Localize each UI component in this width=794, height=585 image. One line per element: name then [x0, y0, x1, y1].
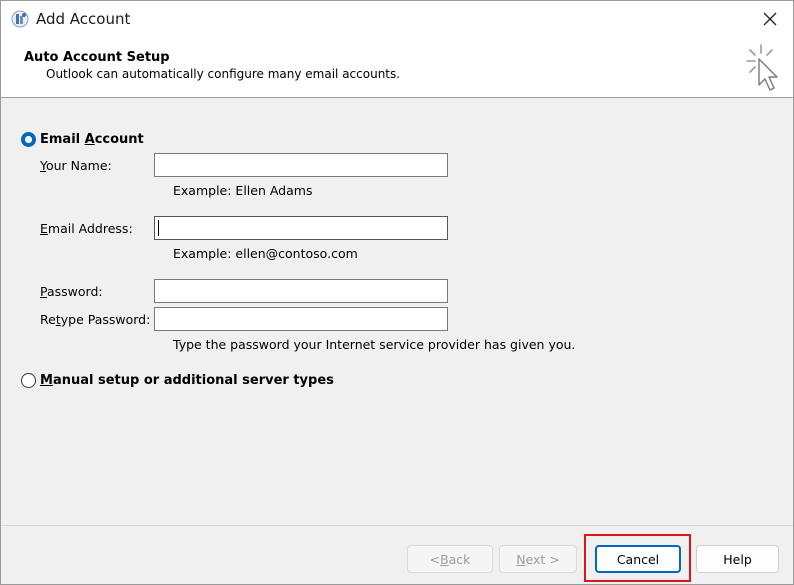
close-icon — [763, 12, 777, 26]
window-title: Add Account — [36, 10, 131, 28]
email-address-hint: Example: ellen@contoso.com — [173, 246, 358, 261]
cancel-highlight-box — [584, 534, 691, 582]
email-account-radio[interactable] — [21, 132, 36, 147]
email-address-input[interactable] — [154, 216, 448, 240]
retype-password-label: Retype Password: — [40, 312, 151, 327]
add-account-dialog: Add Account Auto Account Setup Outlook c… — [0, 0, 794, 585]
password-label: Password: — [40, 284, 103, 299]
wizard-header: Auto Account Setup Outlook can automatic… — [1, 39, 793, 98]
your-name-label: Your Name: — [40, 158, 112, 173]
header-title: Auto Account Setup — [24, 50, 170, 65]
outlook-icon — [11, 10, 29, 28]
email-account-label[interactable]: Email Account — [40, 132, 144, 147]
next-button[interactable]: Next > — [499, 545, 577, 573]
cursor-sparkle-icon — [746, 44, 778, 91]
help-button[interactable]: Help — [696, 545, 779, 573]
your-name-hint: Example: Ellen Adams — [173, 183, 313, 198]
retype-password-input[interactable] — [154, 307, 448, 331]
footer-divider — [1, 525, 793, 526]
manual-setup-radio[interactable] — [21, 373, 36, 388]
password-hint: Type the password your Internet service … — [173, 337, 576, 352]
header-subtitle: Outlook can automatically configure many… — [46, 67, 401, 81]
title-bar: Add Account — [1, 1, 793, 39]
email-address-label: Email Address: — [40, 221, 133, 236]
close-button[interactable] — [747, 1, 793, 37]
password-input[interactable] — [154, 279, 448, 303]
manual-setup-label[interactable]: Manual setup or additional server types — [40, 373, 334, 388]
text-caret — [158, 220, 159, 236]
back-button[interactable]: < Back — [407, 545, 493, 573]
your-name-input[interactable] — [154, 153, 448, 177]
